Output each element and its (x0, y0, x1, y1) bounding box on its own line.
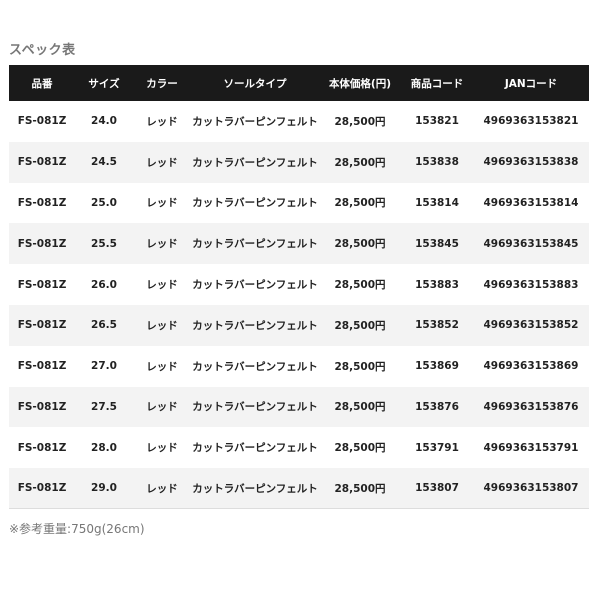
cell-price: 28,500円 (334, 360, 386, 373)
cell-product-code: 153883 (415, 278, 459, 291)
table-row: FS-081Z 26.0 レッド カットラバーピンフェルト 28,500円 15… (9, 264, 589, 305)
cell-price: 28,500円 (334, 197, 386, 210)
cell-sole-type: カットラバーピンフェルト (192, 360, 318, 373)
cell-sole-type: カットラバーピンフェルト (191, 468, 319, 510)
header-color: カラー (146, 77, 178, 90)
cell-part-number: FS-081Z (17, 237, 67, 250)
cell-part-number: FS-081Z (17, 115, 67, 128)
table-header-row: 品番 サイズ カラー ソールタイプ 本体価格(円) 商品コード JANコード (9, 65, 589, 101)
cell-product-code: 153791 (415, 441, 459, 454)
cell-sole-type: カットラバーピンフェルト (192, 442, 318, 455)
cell-jan-code: 4969363153876 (483, 400, 579, 413)
cell-price: 28,500円 (334, 156, 386, 169)
table-row: FS-081Z 24.5 レッド カットラバーピンフェルト 28,500円 15… (9, 141, 589, 183)
cell-jan-code: 4969363153791 (483, 441, 579, 454)
header-sole-type: ソールタイプ (223, 77, 287, 90)
cell-jan-code: 4969363153852 (483, 319, 579, 332)
cell-price: 28,500円 (334, 238, 386, 251)
cell-part-number: FS-081Z (17, 278, 67, 291)
cell-product-code: 153852 (415, 319, 459, 332)
cell-product-code: 153821 (415, 115, 459, 128)
cell-part-number: FS-081Z (17, 360, 67, 373)
cell-size: 26.0 (91, 278, 117, 291)
cell-color: レッド (146, 115, 178, 128)
cell-color: レッド (146, 279, 178, 292)
cell-size: 26.5 (91, 319, 117, 332)
cell-jan-code: 4969363153845 (483, 237, 579, 250)
cell-product-code: 153807 (401, 468, 473, 510)
cell-price: 28,500円 (334, 115, 386, 128)
cell-sole-type: カットラバーピンフェルト (192, 401, 318, 414)
header-part-number: 品番 (31, 77, 53, 90)
cell-size: 24.5 (91, 156, 117, 169)
cell-color: レッド (146, 156, 178, 169)
cell-jan-code: 4969363153814 (483, 196, 579, 209)
cell-color: レッド (146, 319, 178, 332)
cell-jan-code: 4969363153838 (483, 156, 579, 169)
cell-product-code: 153845 (415, 237, 459, 250)
cell-part-number: FS-081Z (17, 196, 67, 209)
cell-part-number: FS-081Z (17, 400, 67, 413)
cell-price: 28,500円 (334, 279, 386, 292)
cell-sole-type: カットラバーピンフェルト (192, 279, 318, 292)
cell-sole-type: カットラバーピンフェルト (192, 115, 318, 128)
page-title: スペック表 (9, 43, 76, 58)
cell-size: 27.0 (91, 360, 117, 373)
cell-price: 28,500円 (334, 442, 386, 455)
cell-price: 28,500円 (334, 319, 386, 332)
cell-size: 24.0 (91, 115, 117, 128)
cell-product-code: 153838 (415, 156, 459, 169)
cell-jan-code: 4969363153883 (483, 278, 579, 291)
cell-size: 25.0 (91, 196, 117, 209)
table-row: FS-081Z 25.0 レッド カットラバーピンフェルト 28,500円 15… (9, 182, 589, 224)
cell-price: 28,500円 (334, 401, 386, 414)
cell-jan-code: 4969363153821 (483, 115, 579, 128)
cell-product-code: 153814 (415, 196, 459, 209)
cell-size: 28.0 (91, 441, 117, 454)
cell-sole-type: カットラバーピンフェルト (192, 238, 318, 251)
table-row: FS-081Z 28.0 レッド カットラバーピンフェルト 28,500円 15… (9, 427, 589, 469)
cell-color: レッド (146, 442, 178, 455)
cell-color: レッド (146, 360, 178, 373)
spec-table: 品番 サイズ カラー ソールタイプ 本体価格(円) 商品コード JANコード F… (9, 65, 589, 510)
header-price: 本体価格(円) (328, 77, 392, 90)
cell-part-number: FS-081Z (17, 156, 67, 169)
weight-footnote: ※参考重量:750g(26cm) (9, 522, 145, 536)
cell-size: 29.0 (75, 468, 133, 510)
cell-jan-code: 4969363153869 (483, 360, 579, 373)
header-size: サイズ (88, 77, 120, 90)
cell-sole-type: カットラバーピンフェルト (192, 156, 318, 169)
cell-part-number: FS-081Z (17, 319, 67, 332)
cell-sole-type: カットラバーピンフェルト (192, 319, 318, 332)
cell-part-number: FS-081Z (17, 441, 67, 454)
header-jan-code: JANコード (504, 77, 558, 90)
cell-size: 25.5 (91, 237, 117, 250)
table-row: FS-081Z 27.0 レッド カットラバーピンフェルト 28,500円 15… (9, 345, 589, 387)
cell-color: レッド (146, 401, 178, 414)
cell-product-code: 153876 (415, 400, 459, 413)
cell-color: レッド (133, 468, 191, 510)
cell-jan-code: 4969363153807 (473, 468, 589, 510)
table-row: FS-081Z 26.5 レッド カットラバーピンフェルト 28,500円 15… (9, 304, 589, 346)
table-row: FS-081Z 27.5 レッド カットラバーピンフェルト 28,500円 15… (9, 386, 589, 428)
table-row: FS-081Z 24.0 レッド カットラバーピンフェルト 28,500円 15… (9, 101, 589, 142)
cell-part-number: FS-081Z (9, 468, 75, 510)
table-row: FS-081Z 25.5 レッド カットラバーピンフェルト 28,500円 15… (9, 223, 589, 265)
cell-price: 28,500円 (319, 468, 401, 510)
table-row: FS-081Z 29.0 レッド カットラバーピンフェルト 28,500円 15… (9, 468, 589, 510)
cell-sole-type: カットラバーピンフェルト (192, 197, 318, 210)
header-product-code: 商品コード (410, 77, 464, 90)
cell-size: 27.5 (91, 400, 117, 413)
cell-color: レッド (146, 197, 178, 210)
cell-color: レッド (146, 238, 178, 251)
cell-product-code: 153869 (415, 360, 459, 373)
